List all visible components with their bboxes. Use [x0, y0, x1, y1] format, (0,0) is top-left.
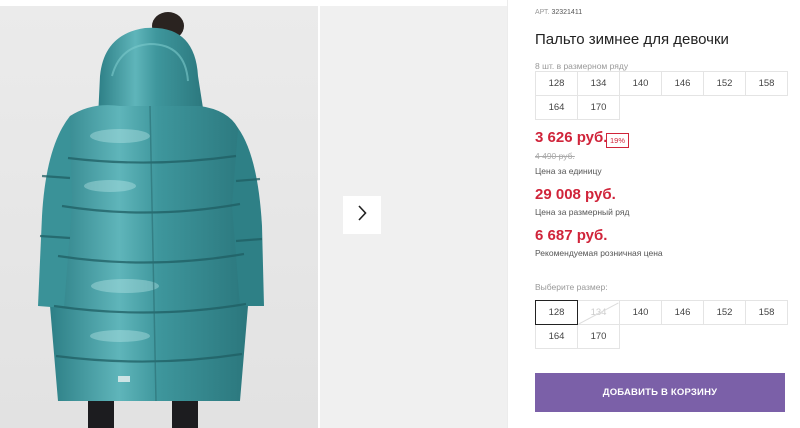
unit-price: 3 626 руб.: [535, 129, 608, 146]
range-size-cell: 170: [577, 95, 620, 120]
size-range-note: 8 шт. в размерном ряду: [535, 61, 629, 71]
size-option-170[interactable]: 170: [577, 324, 620, 349]
size-option-152[interactable]: 152: [703, 300, 746, 325]
range-size-cell: 164: [535, 95, 578, 120]
product-gallery: [0, 0, 507, 428]
sku-value: 32321411: [551, 9, 583, 16]
panel-divider: [507, 0, 508, 428]
range-price: 29 008 руб.: [535, 186, 616, 203]
range-size-cell: 140: [619, 71, 662, 96]
sku-label: АРТ.: [535, 9, 550, 16]
size-option-164[interactable]: 164: [535, 324, 578, 349]
range-size-cell: 134: [577, 71, 620, 96]
retail-price: 6 687 руб.: [535, 227, 608, 244]
size-option-134: 134: [577, 300, 620, 325]
next-image-button[interactable]: [343, 196, 381, 234]
range-size-cell: 146: [661, 71, 704, 96]
size-option-158[interactable]: 158: [745, 300, 788, 325]
sku-line: АРТ. 32321411: [535, 9, 582, 16]
product-photo[interactable]: [0, 6, 318, 428]
choose-size-label: Выберите размер:: [535, 282, 608, 292]
product-title: Пальто зимнее для девочки: [535, 31, 729, 48]
size-option-146[interactable]: 146: [661, 300, 704, 325]
size-option-128[interactable]: 128: [535, 300, 578, 325]
size-range-grid: 128 134 140 146 152 158 164 170: [535, 71, 788, 120]
size-option-140[interactable]: 140: [619, 300, 662, 325]
coat-illustration: [0, 6, 318, 428]
size-selector: 128 134 140 146 152 158 164 170: [535, 300, 788, 349]
retail-price-label: Рекомендуемая розничная цена: [535, 248, 663, 258]
range-size-cell: 128: [535, 71, 578, 96]
range-price-label: Цена за размерный ряд: [535, 207, 630, 217]
unit-price-label: Цена за единицу: [535, 166, 602, 176]
range-size-cell: 152: [703, 71, 746, 96]
discount-badge: 19%: [606, 133, 630, 148]
range-size-cell: 158: [745, 71, 788, 96]
old-price: 4 490 руб.: [535, 151, 575, 161]
add-to-cart-button[interactable]: ДОБАВИТЬ В КОРЗИНУ: [535, 373, 785, 412]
chevron-right-icon: [357, 204, 367, 226]
